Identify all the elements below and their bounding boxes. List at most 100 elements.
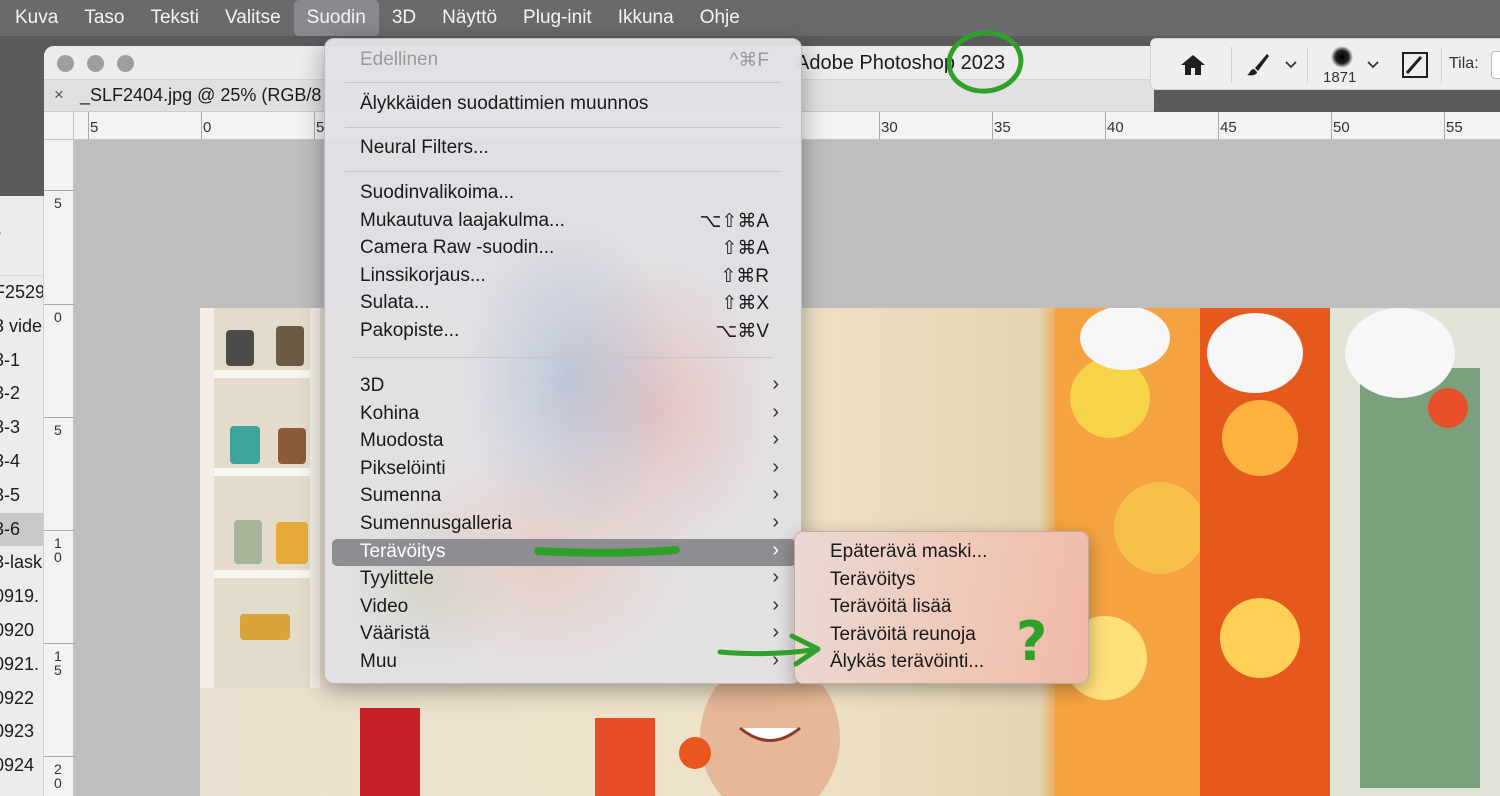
list-item[interactable]: 3-1 [0,344,43,378]
document-tab[interactable]: _SLF2404.jpg @ 25% (RGB/8 [80,85,321,106]
panel-header: › [0,196,43,276]
list-item[interactable]: F2529 [0,276,43,310]
mode-label: Tila: [1449,55,1479,72]
submenu-render[interactable]: Muodosta › [325,428,801,456]
submenu-sharpen[interactable]: Terävöitys › [332,538,796,567]
menu-item-smart-sharpen[interactable]: Älykäs terävöinti... [795,649,1088,677]
ruler-label: 5 [90,119,99,136]
list-item[interactable]: 3 vide [0,310,43,344]
brush-preset-icon[interactable] [1329,44,1355,70]
menu-item-smart-filters[interactable]: Älykkäiden suodattimien muunnos [325,91,801,119]
brush-settings-icon[interactable] [1401,51,1429,79]
ruler-label: 0 [54,309,62,325]
ruler-label: 5 [54,422,62,438]
brush-size-value: 1871 [1323,69,1357,86]
menu-plug-init[interactable]: Plug-init [510,0,605,36]
chevron-right-icon: › [772,483,779,506]
submenu-other[interactable]: Muu › [325,649,801,677]
mode-select[interactable] [1491,51,1500,79]
menu-suodin[interactable]: Suodin [293,0,379,36]
menu-item-neural-filters[interactable]: Neural Filters... [325,135,801,163]
ruler-label: 55 [1446,119,1463,136]
menu-separator [345,127,781,128]
list-item[interactable]: 0922 [0,682,43,716]
chevron-right-icon: › [772,649,779,671]
list-item[interactable]: 3-3 [0,411,43,445]
chevron-right-icon[interactable]: › [0,222,2,242]
submenu-blur[interactable]: Sumenna › [325,483,801,511]
list-item-selected[interactable]: 3-6 [0,512,43,547]
menu-bar: Kuva Taso Teksti Valitse Suodin 3D Näytt… [0,0,1500,36]
list-item[interactable]: 3-4 [0,445,43,479]
ruler-label: 2 0 [54,761,62,791]
menu-separator [353,357,773,358]
menu-item-adaptive-wide-angle[interactable]: Mukautuva laajakulma... ⌥⇧⌘A [325,208,801,236]
options-bar: 1871 Tila: [1150,38,1500,90]
menu-item-liquify[interactable]: Sulata... ⇧⌘X [325,290,801,318]
panel-list: F2529 3 vide 3-1 3-2 3-3 3-4 3-5 3-6 3-l… [0,276,43,783]
list-item[interactable]: 3-lask [0,546,43,580]
submenu-video[interactable]: Video › [325,594,801,622]
chevron-right-icon: › [772,373,779,395]
chevron-right-icon: › [772,400,779,423]
filter-menu: Edellinen ^⌘F Älykkäiden suodattimien mu… [324,38,802,684]
menu-item-lens-correction[interactable]: Linssikorjaus... ⇧⌘R [325,263,801,291]
sharpen-submenu: Epäterävä maski... Terävöitys Terävöitä … [794,531,1089,684]
minimize-window-button[interactable] [87,55,104,72]
submenu-3d[interactable]: 3D › [325,373,801,401]
brush-tool-icon[interactable] [1245,52,1271,78]
menu-item-sharpen-more[interactable]: Terävöitä lisää [795,594,1088,622]
close-icon[interactable]: × [54,85,64,105]
chevron-right-icon: › [772,455,779,478]
menu-separator [345,82,781,83]
menu-item-last-filter[interactable]: Edellinen ^⌘F [325,47,801,75]
menu-taso[interactable]: Taso [71,0,137,36]
menu-ohje[interactable]: Ohje [687,0,753,36]
home-icon[interactable] [1179,53,1207,77]
ruler-label: 1 5 [54,648,62,678]
menu-item-filter-gallery[interactable]: Suodinvalikoima... [325,180,801,208]
submenu-pixelate[interactable]: Pikselöinti › [325,455,801,484]
ruler-horizontal-ext: 45 50 55 [1154,112,1500,140]
menu-item-sharpen[interactable]: Terävöitys [795,567,1088,595]
list-item[interactable]: 0923 [0,715,43,749]
list-item[interactable]: 0924 [0,749,43,783]
menu-ikkuna[interactable]: Ikkuna [605,0,687,36]
zoom-window-button[interactable] [117,55,134,72]
menu-separator [345,171,781,172]
submenu-distort[interactable]: Vääristä › [325,621,801,649]
list-item[interactable]: 0919. [0,580,43,614]
ruler-label: 35 [994,119,1011,136]
chevron-right-icon: › [772,566,779,589]
chevron-right-icon: › [772,621,779,644]
submenu-blur-gallery[interactable]: Sumennusgalleria › [325,511,801,539]
chevron-down-icon[interactable] [1367,61,1379,69]
ruler-label: 30 [881,119,898,136]
ruler-label: 5 [54,195,62,211]
window-title: Adobe Photoshop 2023 [796,52,1006,74]
menu-item-unsharp-mask[interactable]: Epäterävä maski... [795,539,1088,567]
list-item[interactable]: 0921. [0,648,43,682]
menu-item-sharpen-edges[interactable]: Terävöitä reunoja [795,622,1088,650]
list-item[interactable]: 3-5 [0,479,43,513]
menu-item-vanishing-point[interactable]: Pakopiste... ⌥⌘V [325,318,801,346]
list-item[interactable]: 0920 [0,614,43,648]
menu-item-camera-raw[interactable]: Camera Raw -suodin... ⇧⌘A [325,235,801,263]
menu-3d[interactable]: 3D [379,0,429,36]
chevron-right-icon: › [772,538,779,561]
submenu-noise[interactable]: Kohina › [325,400,801,429]
close-window-button[interactable] [57,55,74,72]
submenu-stylize[interactable]: Tyylittele › [325,566,801,594]
menu-valitse[interactable]: Valitse [212,0,294,36]
chevron-right-icon: › [772,511,779,533]
menu-teksti[interactable]: Teksti [137,0,212,36]
menu-naytto[interactable]: Näyttö [429,0,510,36]
chevron-down-icon[interactable] [1285,61,1297,69]
canvas-area-ext[interactable] [1154,140,1500,308]
ruler-label: 50 [1333,119,1350,136]
ruler-label: 1 0 [54,535,62,565]
menu-kuva[interactable]: Kuva [2,0,71,36]
list-item[interactable]: 3-2 [0,377,43,411]
chevron-right-icon: › [772,428,779,451]
ruler-corner[interactable] [44,112,74,140]
